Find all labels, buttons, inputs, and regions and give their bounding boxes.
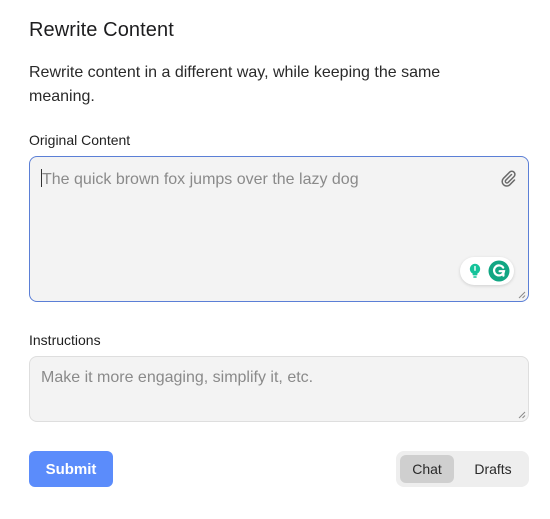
paperclip-icon[interactable]: [500, 169, 516, 187]
instructions-label: Instructions: [29, 332, 101, 348]
toggle-drafts[interactable]: Drafts: [462, 455, 524, 483]
original-content-placeholder: The quick brown fox jumps over the lazy …: [41, 169, 359, 189]
instructions-field[interactable]: Make it more engaging, simplify it, etc.: [29, 356, 529, 422]
original-content-label: Original Content: [29, 132, 131, 148]
resize-handle-icon[interactable]: [518, 291, 526, 299]
grammarly-g-icon[interactable]: [488, 260, 510, 282]
instructions-placeholder: Make it more engaging, simplify it, etc.: [41, 369, 314, 386]
lightbulb-icon[interactable]: [466, 262, 484, 280]
submit-button[interactable]: Submit: [29, 451, 113, 487]
grammarly-widget[interactable]: [460, 257, 514, 285]
resize-handle-icon[interactable]: [518, 411, 526, 419]
page-title: Rewrite Content: [29, 19, 174, 41]
original-content-placeholder-text: The quick brown fox jumps over the lazy …: [42, 171, 359, 188]
view-toggle: Chat Drafts: [396, 451, 529, 487]
original-content-field[interactable]: The quick brown fox jumps over the lazy …: [29, 156, 529, 302]
page-description: Rewrite content in a different way, whil…: [29, 64, 441, 105]
toggle-chat[interactable]: Chat: [400, 455, 454, 483]
rewrite-content-panel: Rewrite Content Rewrite content in a dif…: [0, 0, 550, 519]
